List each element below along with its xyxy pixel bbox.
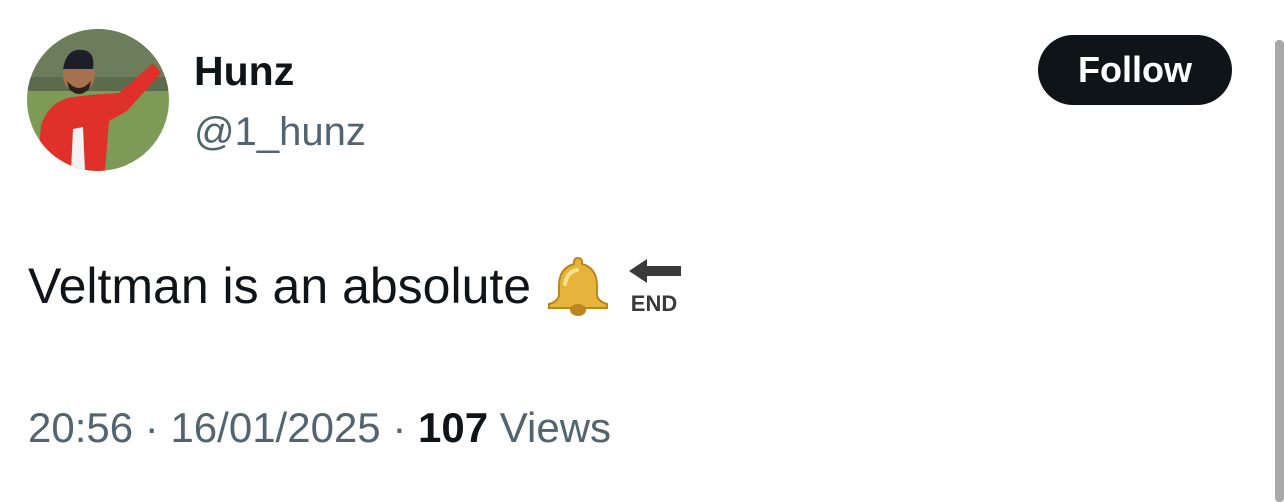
avatar[interactable] (27, 29, 169, 171)
bell-emoji (545, 254, 611, 318)
tweet-card: Hunz @1_hunz Follow Veltman is an absolu… (0, 0, 1284, 502)
views-count[interactable]: 107 (418, 404, 488, 451)
tweet-meta: 20:56 · 16/01/2025 · 107 Views (28, 402, 611, 454)
tweet-date[interactable]: 16/01/2025 (170, 404, 380, 451)
meta-separator: · (392, 404, 407, 451)
views-label: Views (499, 404, 612, 451)
end-emoji-text: END (631, 291, 677, 315)
meta-separator: · (144, 404, 159, 451)
tweet-body: Veltman is an absolute END (28, 254, 683, 318)
follow-button[interactable]: Follow (1038, 35, 1232, 105)
scrollbar[interactable] (1275, 40, 1284, 502)
tweet-text: Veltman is an absolute (28, 258, 532, 314)
tweet-time[interactable]: 20:56 (28, 404, 133, 451)
handle[interactable]: @1_hunz (194, 108, 366, 156)
display-name[interactable]: Hunz (194, 47, 294, 95)
end-arrow-emoji: END (625, 257, 683, 315)
